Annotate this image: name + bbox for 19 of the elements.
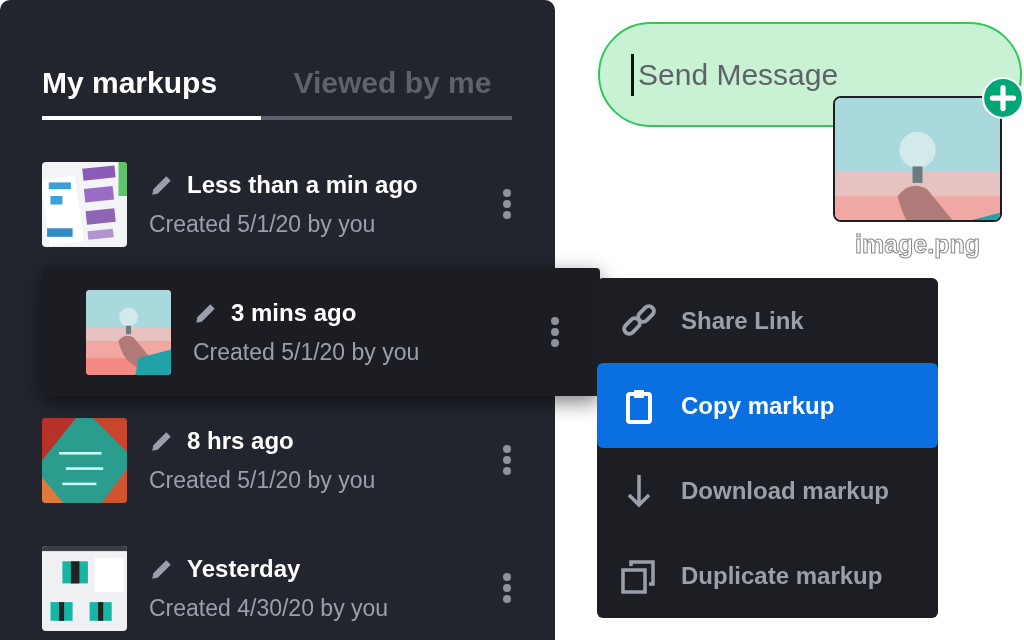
more-icon[interactable] (502, 189, 512, 219)
edited-time: Less than a min ago (187, 170, 418, 199)
more-icon[interactable] (502, 573, 512, 603)
created-info: Created 5/1/20 by you (193, 338, 421, 366)
menu-item[interactable]: Duplicate markup (597, 533, 938, 618)
file-name: image.png (855, 230, 980, 259)
edited-time: 8 hrs ago (187, 426, 294, 455)
created-info: Created 5/1/20 by you (149, 466, 377, 494)
created-info: Created 5/1/20 by you (149, 210, 377, 238)
menu-item[interactable]: Share Link (597, 278, 938, 363)
menu-item[interactable]: Copy markup (597, 363, 938, 448)
edited-time: Yesterday (187, 554, 301, 583)
more-icon[interactable] (550, 317, 560, 347)
more-icon[interactable] (502, 445, 512, 475)
created-info: Created 4/30/20 by you (149, 594, 390, 622)
menu-item[interactable]: Download markup (597, 448, 938, 533)
edited-time: 3 mins ago (231, 298, 357, 327)
tab[interactable]: My markups (42, 66, 261, 120)
lifted-card[interactable]: 3 mins ago Created 5/1/20 by you (42, 268, 600, 396)
